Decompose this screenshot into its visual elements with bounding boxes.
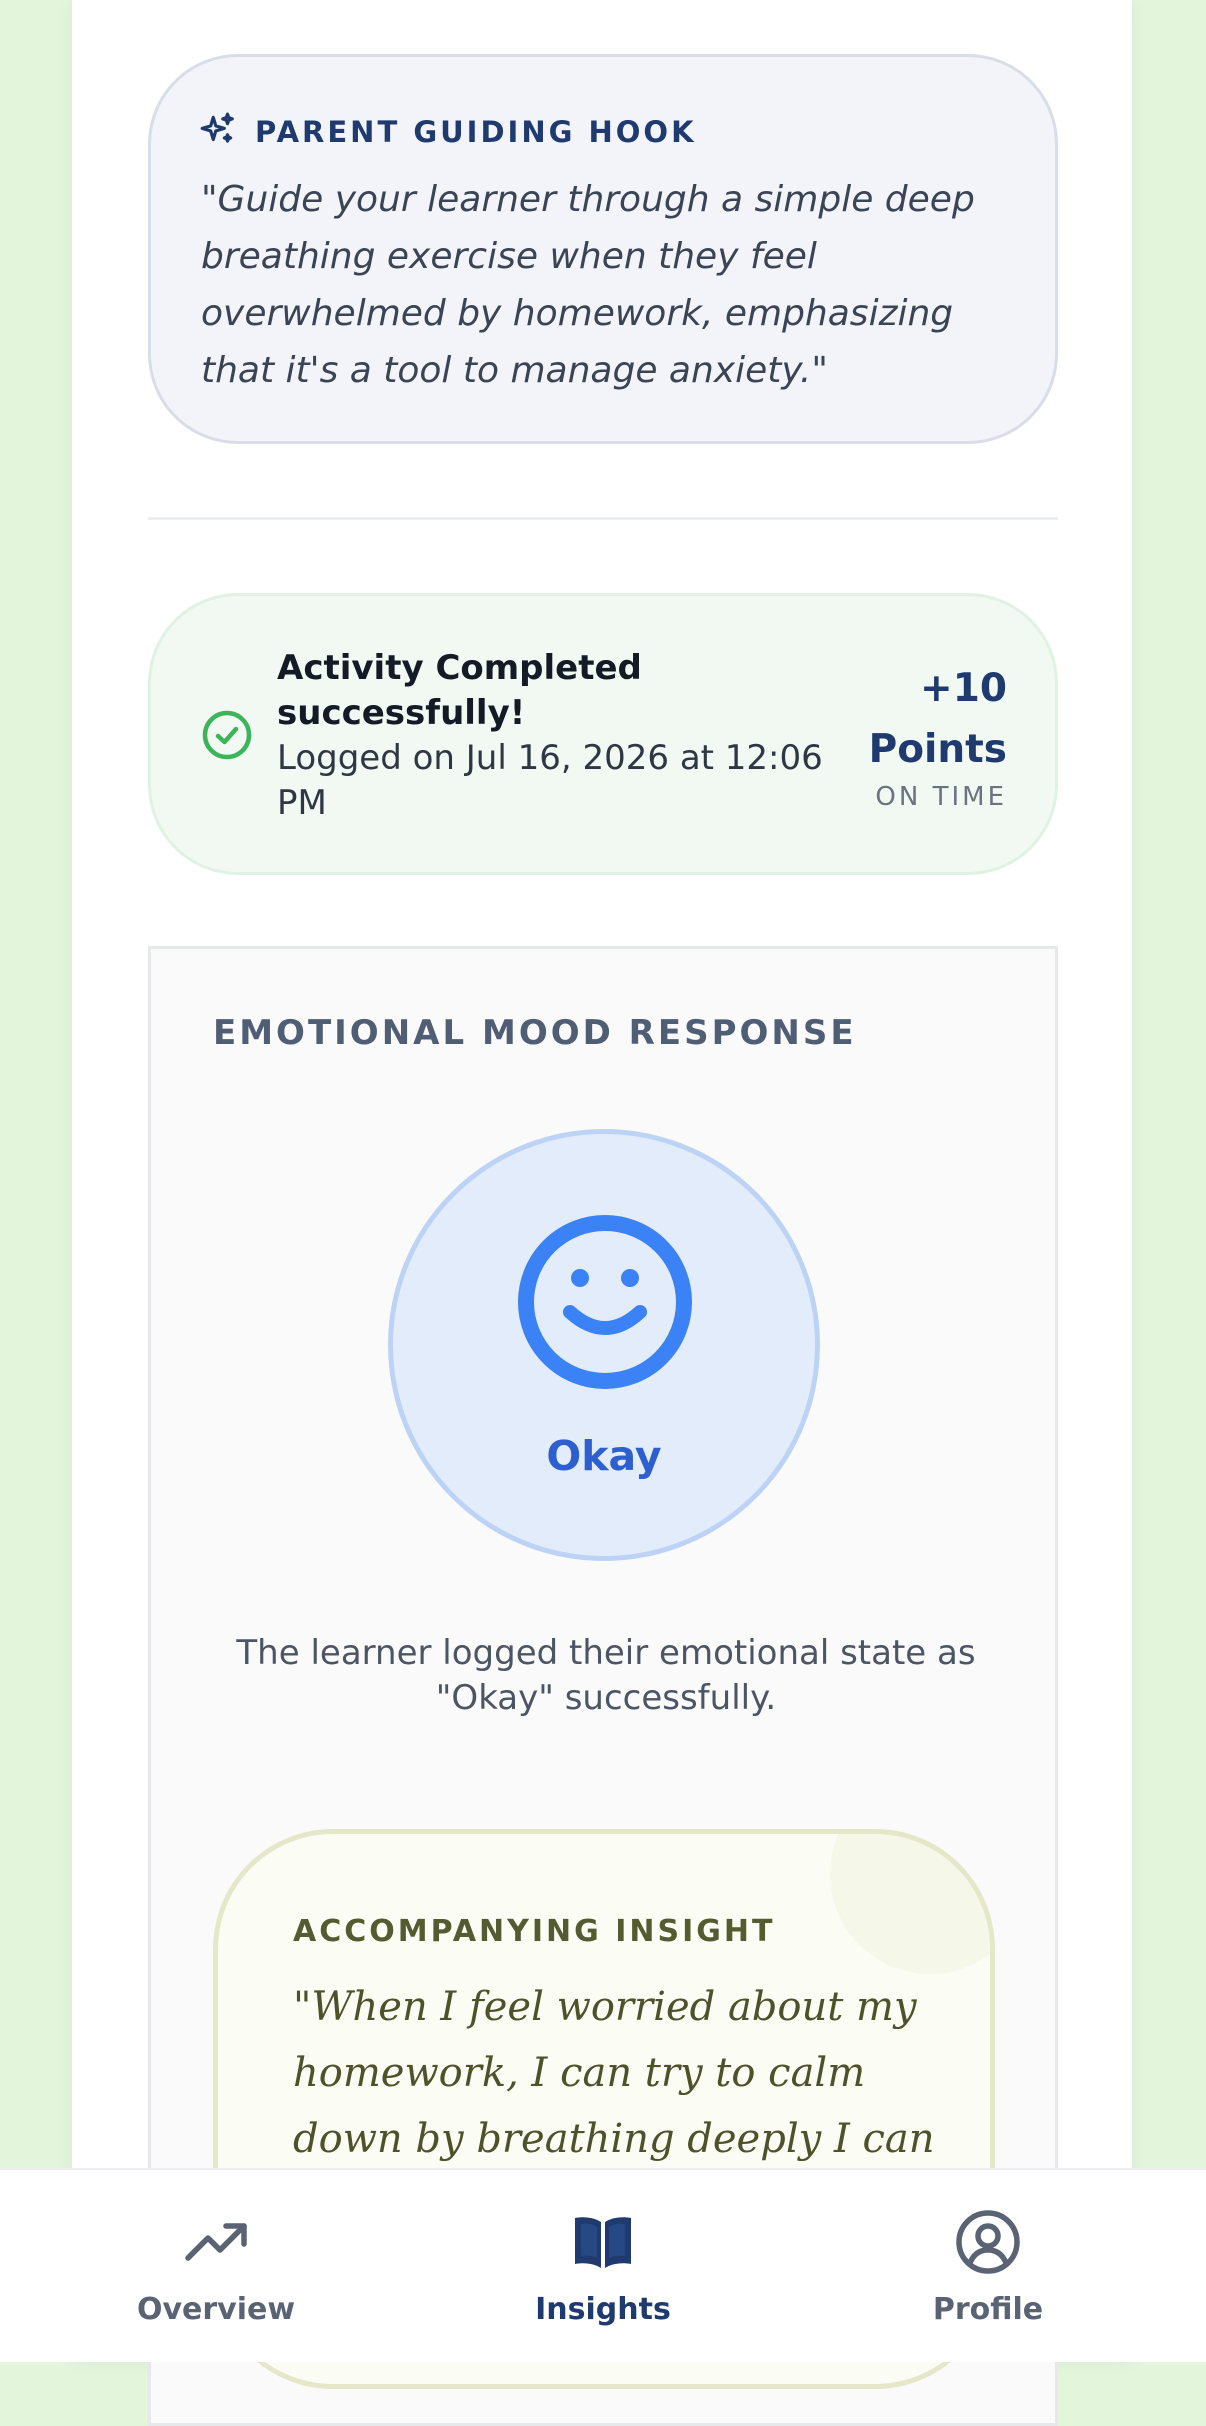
- hook-title: PARENT GUIDING HOOK: [255, 115, 697, 149]
- mood-label: Okay: [546, 1432, 662, 1480]
- on-time-status: ON TIME: [875, 782, 1007, 812]
- parent-guiding-hook-card: PARENT GUIDING HOOK "Guide your learner …: [148, 54, 1058, 444]
- page-container: PARENT GUIDING HOOK "Guide your learner …: [72, 0, 1132, 2426]
- section-divider: [148, 517, 1058, 520]
- activity-title: Activity Completed successfully!: [277, 648, 642, 733]
- mood-section-title: EMOTIONAL MOOD RESPONSE: [213, 1013, 857, 1053]
- nav-item-insights[interactable]: Insights: [483, 2206, 723, 2346]
- points-badge: +10 Points: [869, 658, 1007, 780]
- nav-item-profile[interactable]: Profile: [868, 2206, 1108, 2346]
- open-book-icon: [483, 2206, 723, 2278]
- nav-label-profile: Profile: [932, 2292, 1044, 2327]
- check-circle-icon: [201, 709, 253, 761]
- user-circle-icon: [868, 2206, 1108, 2278]
- mood-indicator: Okay: [388, 1129, 820, 1561]
- trending-up-icon: [96, 2206, 336, 2278]
- mood-description: The learner logged their emotional state…: [236, 1633, 976, 1718]
- smile-face-icon: [515, 1212, 695, 1392]
- activity-completed-card: Activity Completed successfully! Logged …: [148, 593, 1058, 875]
- insight-title: ACCOMPANYING INSIGHT: [293, 1914, 776, 1949]
- nav-item-overview[interactable]: Overview: [96, 2206, 336, 2346]
- bottom-navigation: Overview Insights Profile: [0, 2168, 1206, 2362]
- nav-label-insights: Insights: [535, 2292, 671, 2327]
- sparkles-icon: [199, 111, 237, 153]
- points-value: +10: [920, 666, 1007, 711]
- activity-logged-time: Logged on Jul 16, 2026 at 12:06 PM: [277, 738, 823, 823]
- decorative-blob: [830, 1834, 990, 1974]
- points-label: Points: [868, 727, 1007, 772]
- hook-header: PARENT GUIDING HOOK: [199, 111, 697, 153]
- nav-label-overview: Overview: [136, 2292, 296, 2327]
- hook-text: "Guide your learner through a simple dee…: [201, 179, 975, 391]
